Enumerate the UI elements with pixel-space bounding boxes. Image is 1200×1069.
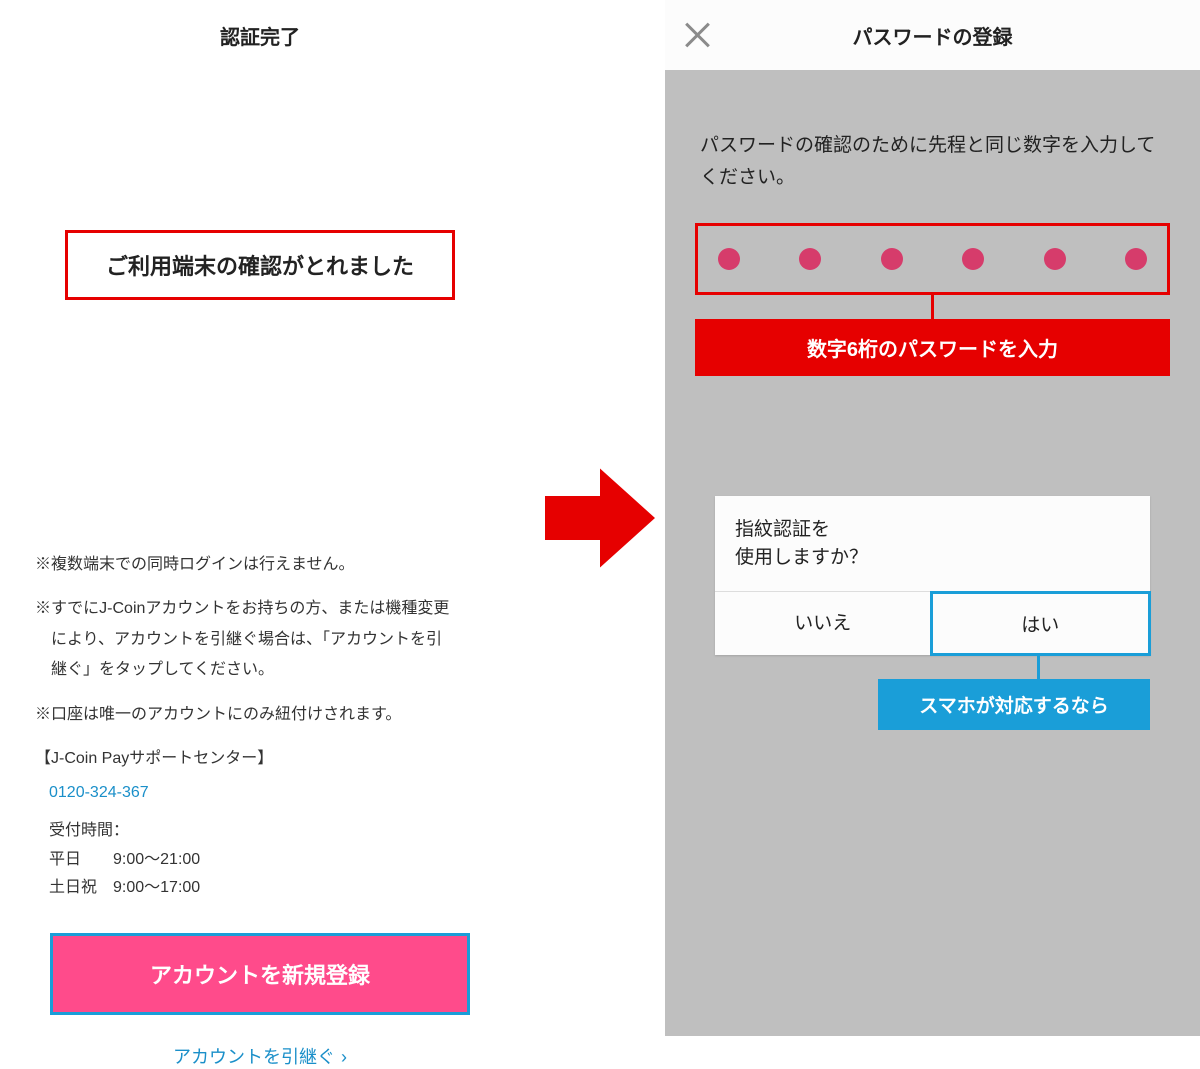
screen-auth-complete: 認証完了 ご利用端末の確認がとれました ※複数端末での同時ログインは行えません。…	[0, 0, 520, 1036]
dialog-yes-button[interactable]: はい	[930, 591, 1152, 656]
note-inherit: ※すでにJ-Coinアカウントをお持ちの方、または機種変更 により、アカウントを…	[35, 594, 485, 685]
callout-connector-blue	[1037, 655, 1040, 679]
arrow-right-icon	[540, 458, 660, 578]
pin-dot	[1125, 248, 1147, 270]
fingerprint-callout: スマホが対応するなら	[878, 679, 1150, 730]
support-hours: 受付時間： 平日 9:00〜21:00 土日祝 9:00〜17:00	[35, 817, 485, 903]
content-left: ご利用端末の確認がとれました ※複数端末での同時ログインは行えません。 ※すでに…	[0, 70, 520, 1069]
support-phone-link[interactable]: 0120-324-367	[35, 778, 485, 808]
screen-password-register: パスワードの登録 パスワードの確認のために先程と同じ数字を入力してください。 数…	[665, 0, 1200, 1036]
pin-dot	[718, 248, 740, 270]
notes-block: ※複数端末での同時ログインは行えません。 ※すでにJ-Coinアカウントをお持ち…	[35, 550, 485, 903]
page-title-right: パスワードの登録	[853, 21, 1013, 50]
page-title-left: 認証完了	[0, 0, 520, 70]
device-confirmed-message: ご利用端末の確認がとれました	[65, 230, 455, 300]
chevron-right-icon: ›	[341, 1047, 347, 1067]
password-instruction: パスワードの確認のために先程と同じ数字を入力してください。	[665, 70, 1200, 195]
dialog-message: 指紋認証を 使用しますか？	[715, 496, 1150, 591]
callout-connector	[931, 295, 934, 319]
note-multi-device: ※複数端末での同時ログインは行えません。	[35, 550, 485, 580]
pin-input[interactable]	[695, 223, 1170, 295]
pin-callout: 数字6桁のパスワードを入力	[695, 319, 1170, 376]
note-account-unique: ※口座は唯一のアカウントにのみ紐付けされます。	[35, 700, 485, 730]
dialog-no-button[interactable]: いいえ	[715, 592, 931, 655]
inherit-account-link[interactable]: アカウントを引継ぐ›	[35, 1043, 485, 1069]
close-icon[interactable]	[683, 21, 711, 49]
pin-dot	[881, 248, 903, 270]
fingerprint-dialog: 指紋認証を 使用しますか？ いいえ はい	[715, 496, 1150, 655]
dialog-buttons: いいえ はい	[715, 591, 1150, 655]
header-right: パスワードの登録	[665, 0, 1200, 70]
support-center-label: 【J-Coin Payサポートセンター】	[35, 744, 485, 774]
pin-dot	[962, 248, 984, 270]
pin-dot	[799, 248, 821, 270]
register-new-account-button[interactable]: アカウントを新規登録	[50, 933, 470, 1015]
pin-dot	[1044, 248, 1066, 270]
